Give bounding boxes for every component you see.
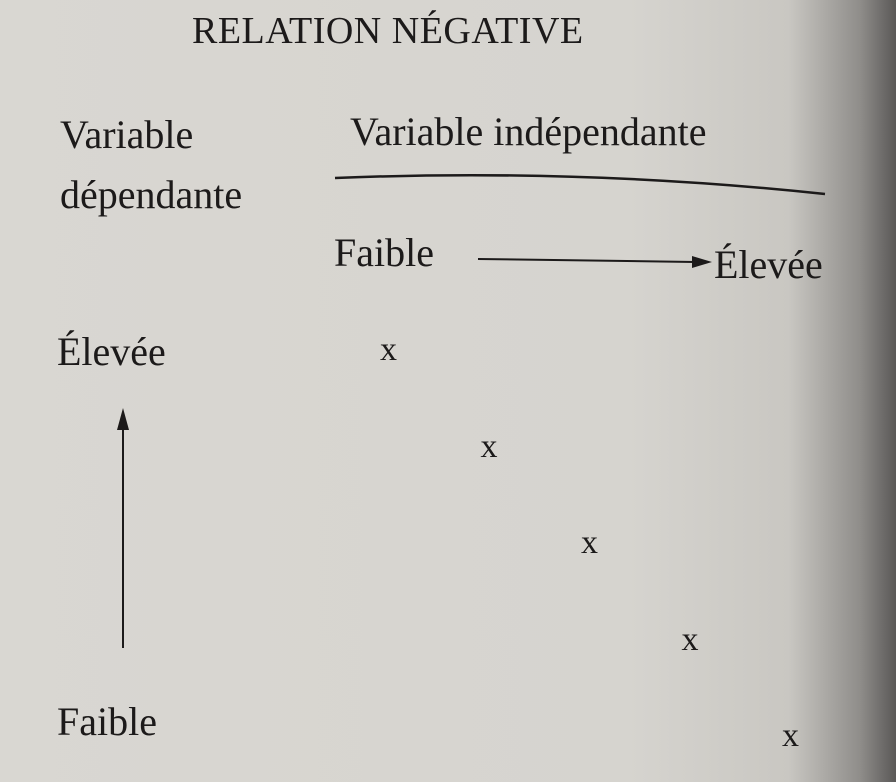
diagram-lines [117,173,826,648]
data-point-marker: x [480,427,498,465]
data-point-marker: x [681,620,699,658]
data-point-marker: x [380,331,397,368]
y-axis-arrowhead-icon [117,408,129,430]
data-point-marker: x [782,717,799,754]
x-axis-arrow-line [477,258,696,263]
x-axis-arrowhead-icon [692,256,712,268]
x-axis-underline [334,173,826,196]
data-point-marker: x [581,524,598,561]
